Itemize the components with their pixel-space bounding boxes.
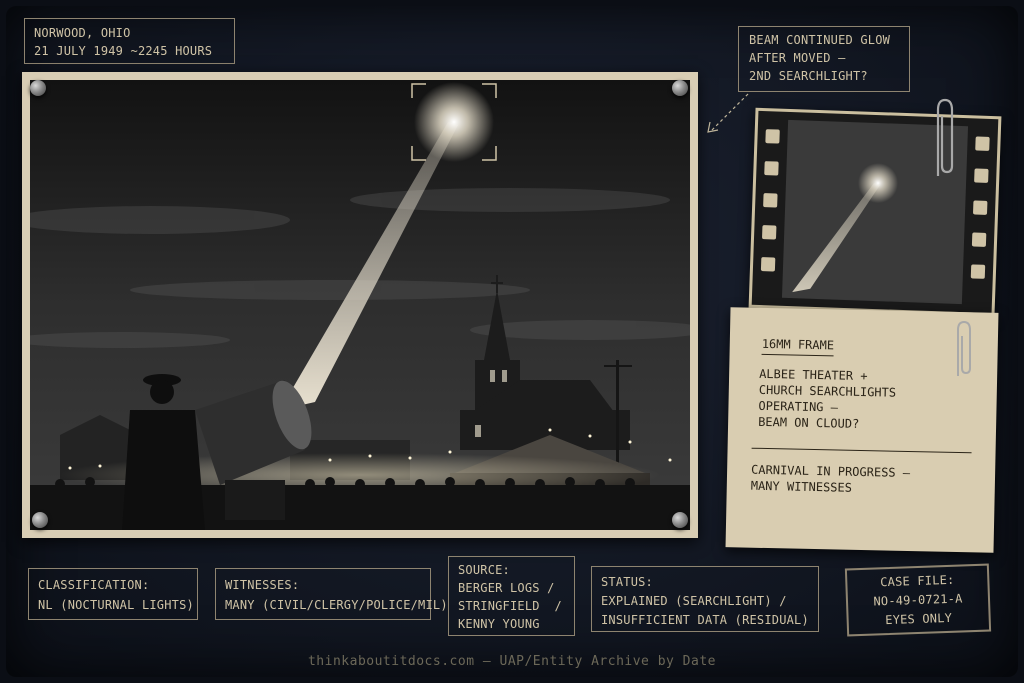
witnesses-value: MANY (CIVIL/CLERGY/POLICE/MIL) [225, 598, 448, 612]
datetime-text: 21 JULY 1949 ~2245 HOURS [34, 44, 213, 58]
paperclip-icon [936, 98, 954, 176]
status-line-1: EXPLAINED (SEARCHLIGHT) / [601, 594, 787, 608]
note-line-3: OPERATING – [758, 398, 839, 415]
source-line-3: KENNY YOUNG [458, 617, 540, 631]
note-line-4: BEAM ON CLOUD? [758, 414, 860, 431]
pin-top-right [672, 80, 688, 96]
status-line-2: INSUFFICIENT DATA (RESIDUAL) [601, 613, 809, 627]
callout-line-2: AFTER MOVED – [749, 51, 846, 65]
status-label: STATUS: [601, 575, 653, 589]
location-text: NORWOOD, OHIO [34, 26, 131, 40]
classification-label: CLASSIFICATION: [38, 578, 150, 592]
pin-top-left [30, 80, 46, 96]
source-box: SOURCE: BERGER LOGS / STRINGFIELD / KENN… [448, 556, 575, 636]
searchlight-photo [30, 80, 690, 530]
pin-bottom-left [32, 512, 48, 528]
pin-bottom-right [672, 512, 688, 528]
source-line-1: BERGER LOGS / [458, 581, 555, 595]
note-divider [751, 447, 972, 454]
source-label: SOURCE: [458, 563, 510, 577]
film-frame [748, 107, 1002, 317]
film-image [760, 119, 990, 305]
photo-scene [30, 80, 690, 530]
status-box: STATUS: EXPLAINED (SEARCHLIGHT) / INSUFF… [591, 566, 819, 632]
location-date-label: NORWOOD, OHIO 21 JULY 1949 ~2245 HOURS [24, 18, 235, 64]
source-line-2: STRINGFIELD / [458, 599, 562, 613]
note-paperclip-icon [957, 320, 971, 376]
light-glow [414, 82, 494, 162]
callout-box: BEAM CONTINUED GLOW AFTER MOVED – 2ND SE… [738, 26, 910, 92]
case-file-stamp: CASE FILE: NO-49-0721-A EYES ONLY [844, 563, 992, 637]
callout-line-3: 2ND SEARCHLIGHT? [749, 69, 868, 83]
callout-line-1: BEAM CONTINUED GLOW [749, 33, 891, 47]
classification-value: NL (NOCTURNAL LIGHTS) [38, 598, 194, 612]
footer-credit: thinkaboutitdocs.com — UAP/Entity Archiv… [307, 654, 716, 669]
note-title: 16MM FRAME [761, 335, 835, 357]
note-line-6: MANY WITNESSES [750, 478, 853, 495]
main-photo-frame [22, 72, 698, 538]
witnesses-label: WITNESSES: [225, 578, 300, 592]
classification-box: CLASSIFICATION: NL (NOCTURNAL LIGHTS) [28, 568, 198, 620]
witnesses-box: WITNESSES: MANY (CIVIL/CLERGY/POLICE/MIL… [215, 568, 448, 620]
callout-arrow-icon [707, 93, 749, 133]
